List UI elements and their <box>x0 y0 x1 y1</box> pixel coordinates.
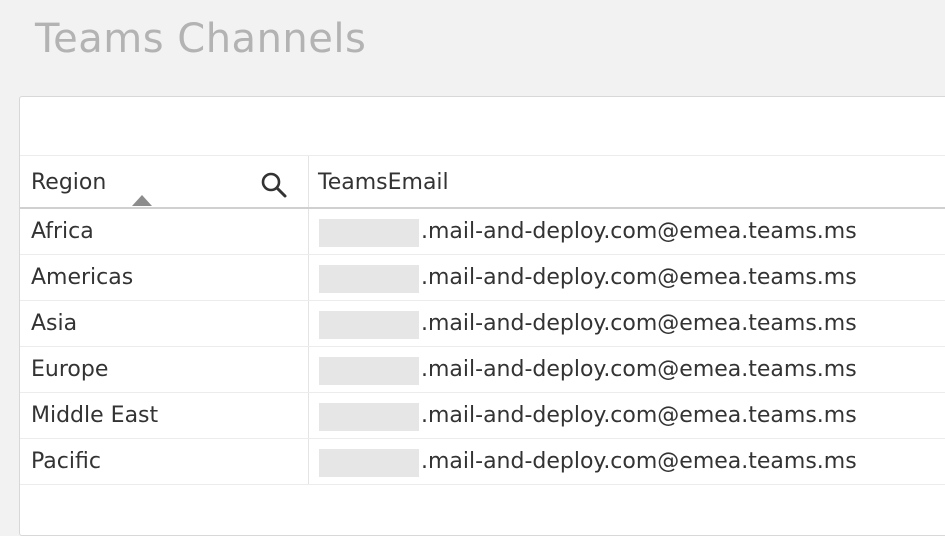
email-text: .mail-and-deploy.com@emea.teams.ms <box>421 219 857 244</box>
cell-teamsemail: .mail-and-deploy.com@emea.teams.ms <box>309 347 945 392</box>
table-panel: Region TeamsEmail Africa .mail-and-deplo… <box>19 96 945 536</box>
page-title: Teams Channels <box>35 16 367 62</box>
region-text: Pacific <box>31 449 101 474</box>
column-header-teamsemail[interactable]: TeamsEmail <box>309 156 945 207</box>
table-header: Region TeamsEmail <box>20 156 945 209</box>
email-text: .mail-and-deploy.com@emea.teams.ms <box>421 265 857 290</box>
cell-teamsemail: .mail-and-deploy.com@emea.teams.ms <box>309 301 945 346</box>
column-header-label: Region <box>31 170 107 195</box>
cell-teamsemail: .mail-and-deploy.com@emea.teams.ms <box>309 255 945 300</box>
region-text: Africa <box>31 219 94 244</box>
cell-region: Europe <box>20 347 309 392</box>
redacted-block <box>319 265 419 293</box>
region-text: Asia <box>31 311 78 336</box>
table-row[interactable]: Middle East .mail-and-deploy.com@emea.te… <box>20 393 945 439</box>
email-text: .mail-and-deploy.com@emea.teams.ms <box>421 311 857 336</box>
cell-region: Africa <box>20 209 309 254</box>
email-text: .mail-and-deploy.com@emea.teams.ms <box>421 403 857 428</box>
search-icon[interactable] <box>260 171 288 199</box>
table-row[interactable]: Africa .mail-and-deploy.com@emea.teams.m… <box>20 209 945 255</box>
column-header-label: TeamsEmail <box>318 170 449 195</box>
redacted-block <box>319 219 419 247</box>
email-text: .mail-and-deploy.com@emea.teams.ms <box>421 357 857 382</box>
table-row[interactable]: Pacific .mail-and-deploy.com@emea.teams.… <box>20 439 945 485</box>
region-text: Middle East <box>31 403 159 428</box>
redacted-block <box>319 403 419 431</box>
cell-teamsemail: .mail-and-deploy.com@emea.teams.ms <box>309 393 945 438</box>
redacted-block <box>319 449 419 477</box>
cell-teamsemail: .mail-and-deploy.com@emea.teams.ms <box>309 439 945 484</box>
redacted-block <box>319 357 419 385</box>
region-text: Americas <box>31 265 134 290</box>
table-row[interactable]: Americas .mail-and-deploy.com@emea.teams… <box>20 255 945 301</box>
region-text: Europe <box>31 357 109 382</box>
table-row[interactable]: Europe .mail-and-deploy.com@emea.teams.m… <box>20 347 945 393</box>
cell-region: Middle East <box>20 393 309 438</box>
table-toolbar <box>20 97 945 156</box>
cell-region: Pacific <box>20 439 309 484</box>
email-text: .mail-and-deploy.com@emea.teams.ms <box>421 449 857 474</box>
redacted-block <box>319 311 419 339</box>
table-row[interactable]: Asia .mail-and-deploy.com@emea.teams.ms <box>20 301 945 347</box>
cell-teamsemail: .mail-and-deploy.com@emea.teams.ms <box>309 209 945 254</box>
cell-region: Asia <box>20 301 309 346</box>
sort-ascending-icon <box>132 195 152 206</box>
cell-region: Americas <box>20 255 309 300</box>
column-header-region[interactable]: Region <box>20 156 309 207</box>
